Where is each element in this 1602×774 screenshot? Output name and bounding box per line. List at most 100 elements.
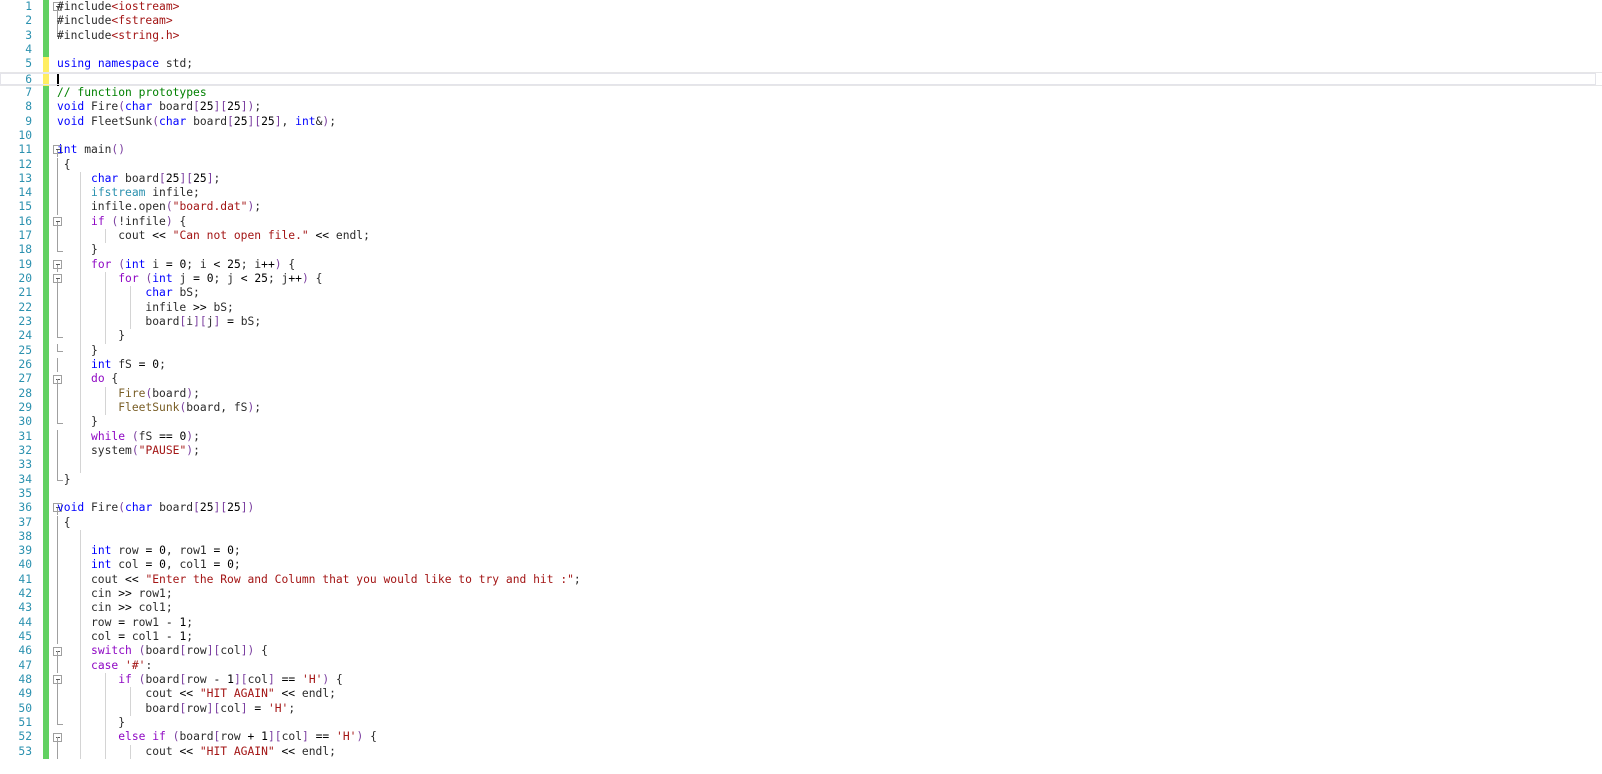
code-line[interactable]: 37 { xyxy=(0,515,1602,530)
code-text[interactable]: } xyxy=(57,243,98,257)
code-text[interactable]: cout << "HIT AGAIN" << endl; xyxy=(57,745,336,759)
code-text[interactable]: ifstream infile; xyxy=(57,186,200,200)
code-text[interactable]: using namespace std; xyxy=(57,57,193,71)
code-text[interactable]: char board[25][25]; xyxy=(57,172,220,186)
code-text[interactable]: for (int j = 0; j < 25; j++) { xyxy=(57,272,322,286)
code-text[interactable]: if (!infile) { xyxy=(57,215,186,229)
code-line[interactable]: 27 do { xyxy=(0,372,1602,387)
code-line[interactable]: 13 char board[25][25]; xyxy=(0,171,1602,187)
code-line[interactable]: 41 cout << "Enter the Row and Column tha… xyxy=(0,572,1602,588)
code-line[interactable]: 45 col = col1 - 1; xyxy=(0,630,1602,645)
code-line[interactable]: 48 if (board[row - 1][col] == 'H') { xyxy=(0,673,1602,688)
code-text[interactable]: system("PAUSE"); xyxy=(57,444,200,458)
code-line[interactable]: 50 board[row][col] = 'H'; xyxy=(0,701,1602,716)
code-text[interactable]: int row = 0, row1 = 0; xyxy=(57,544,241,558)
code-text[interactable]: } xyxy=(57,415,98,429)
outlining-margin[interactable] xyxy=(52,529,64,545)
code-text[interactable]: void Fire(char board[25][25]); xyxy=(57,100,261,114)
code-text[interactable]: infile.open("board.dat"); xyxy=(57,200,261,214)
code-line[interactable]: 34 } xyxy=(0,472,1602,487)
code-line[interactable]: 36 void Fire(char board[25][25]) xyxy=(0,501,1602,516)
code-line[interactable]: 25 } xyxy=(0,343,1602,358)
code-line[interactable]: 12 { xyxy=(0,157,1602,172)
code-line[interactable]: 4 xyxy=(0,42,1602,58)
code-text[interactable]: if (board[row - 1][col] == 'H') { xyxy=(57,673,343,687)
code-text[interactable]: while (fS == 0); xyxy=(57,430,200,444)
code-line[interactable]: 46 switch (board[row][col]) { xyxy=(0,644,1602,659)
code-text[interactable]: void FleetSunk(char board[25][25], int&)… xyxy=(57,115,336,129)
code-line[interactable]: 39 int row = 0, row1 = 0; xyxy=(0,544,1602,559)
code-text[interactable]: infile >> bS; xyxy=(57,301,233,315)
code-line[interactable]: 30 } xyxy=(0,415,1602,430)
code-text[interactable]: void Fire(char board[25][25]) xyxy=(57,501,254,515)
code-editor-surface[interactable]: 1 #include<iostream> 2 #include<fstream> 3 #i… xyxy=(0,0,1602,774)
code-text[interactable]: case '#': xyxy=(57,659,152,673)
code-line[interactable]: 33 xyxy=(0,458,1602,473)
code-text[interactable]: board[row][col] = 'H'; xyxy=(57,702,295,716)
code-text[interactable]: switch (board[row][col]) { xyxy=(57,644,268,658)
code-line[interactable]: 47 case '#': xyxy=(0,658,1602,674)
code-text[interactable]: cout << "HIT AGAIN" << endl; xyxy=(57,687,336,701)
code-line[interactable]: 19 for (int i = 0; i < 25; i++) { xyxy=(0,257,1602,273)
code-text[interactable]: { xyxy=(57,516,71,530)
code-line[interactable]: 42 cin >> row1; xyxy=(0,587,1602,602)
code-text[interactable]: char bS; xyxy=(57,286,199,300)
code-text[interactable]: // function prototypes xyxy=(57,86,207,100)
code-line[interactable]: 21 char bS; xyxy=(0,286,1602,301)
code-text[interactable]: #include<string.h> xyxy=(57,29,179,43)
code-line[interactable]: 20 for (int j = 0; j < 25; j++) { xyxy=(0,272,1602,287)
code-line[interactable]: 35 xyxy=(0,486,1602,502)
code-line[interactable]: 22 infile >> bS; xyxy=(0,300,1602,316)
code-line[interactable]: 7 // function prototypes xyxy=(0,85,1602,101)
code-line[interactable]: 8 void Fire(char board[25][25]); xyxy=(0,100,1602,115)
code-line[interactable]: 52 else if (board[row + 1][col] == 'H') … xyxy=(0,730,1602,745)
code-text[interactable]: int col = 0, col1 = 0; xyxy=(57,558,241,572)
code-text[interactable]: { xyxy=(57,158,71,172)
code-line[interactable]: 43 cin >> col1; xyxy=(0,601,1602,616)
code-text[interactable]: } xyxy=(57,473,71,487)
outlining-margin[interactable] xyxy=(52,458,64,473)
code-text[interactable]: else if (board[row + 1][col] == 'H') { xyxy=(57,730,377,744)
code-line[interactable]: 24 } xyxy=(0,329,1602,344)
code-line[interactable]: 2 #include<fstream> xyxy=(0,14,1602,29)
code-text[interactable]: cout << "Enter the Row and Column that y… xyxy=(57,573,581,587)
code-line[interactable]: 51 } xyxy=(0,716,1602,731)
code-line[interactable]: 38 xyxy=(0,529,1602,545)
code-line[interactable]: 11 int main() xyxy=(0,143,1602,158)
code-text[interactable]: row = row1 - 1; xyxy=(57,616,193,630)
code-line[interactable]: 15 infile.open("board.dat"); xyxy=(0,200,1602,215)
code-line[interactable]: 28 Fire(board); xyxy=(0,386,1602,401)
outlining-margin[interactable] xyxy=(52,129,64,143)
code-text[interactable]: int fS = 0; xyxy=(57,358,166,372)
outlining-margin[interactable] xyxy=(52,487,64,501)
code-line[interactable]: 5 using namespace std; xyxy=(0,57,1602,72)
code-text[interactable]: FleetSunk(board, fS); xyxy=(57,401,261,415)
code-line[interactable]: 40 int col = 0, col1 = 0; xyxy=(0,558,1602,573)
code-text[interactable]: do { xyxy=(57,372,118,386)
code-text[interactable]: #include<fstream> xyxy=(57,14,173,28)
code-text[interactable]: Fire(board); xyxy=(57,387,200,401)
code-text[interactable]: cin >> col1; xyxy=(57,601,173,615)
code-text[interactable]: #include<iostream> xyxy=(57,0,179,14)
code-line[interactable]: 49 cout << "HIT AGAIN" << endl; xyxy=(0,687,1602,702)
code-line[interactable]: 3 #include<string.h> xyxy=(0,28,1602,43)
code-line[interactable]: 16 if (!infile) { xyxy=(0,214,1602,230)
code-line[interactable]: 53 cout << "HIT AGAIN" << endl; xyxy=(0,744,1602,759)
code-line[interactable]: 18 } xyxy=(0,243,1602,258)
outlining-margin[interactable] xyxy=(52,43,64,57)
code-line[interactable]: 23 board[i][j] = bS; xyxy=(0,315,1602,330)
code-line[interactable]: 9 void FleetSunk(char board[25][25], int&… xyxy=(0,114,1602,129)
code-line[interactable]: 14 ifstream infile; xyxy=(0,186,1602,201)
code-line[interactable]: 6 xyxy=(0,71,1602,87)
code-text[interactable]: cout << "Can not open file." << endl; xyxy=(57,229,370,243)
code-line[interactable]: 26 int fS = 0; xyxy=(0,358,1602,373)
code-line[interactable]: 31 while (fS == 0); xyxy=(0,429,1602,444)
code-line[interactable]: 1 #include<iostream> xyxy=(0,0,1602,15)
code-text[interactable]: cin >> row1; xyxy=(57,587,173,601)
code-text[interactable]: int main() xyxy=(57,143,125,157)
code-line[interactable]: 10 xyxy=(0,128,1602,144)
code-text[interactable]: } xyxy=(57,344,98,358)
code-text[interactable]: col = col1 - 1; xyxy=(57,630,193,644)
code-line[interactable]: 44 row = row1 - 1; xyxy=(0,615,1602,631)
code-text[interactable]: for (int i = 0; i < 25; i++) { xyxy=(57,258,295,272)
